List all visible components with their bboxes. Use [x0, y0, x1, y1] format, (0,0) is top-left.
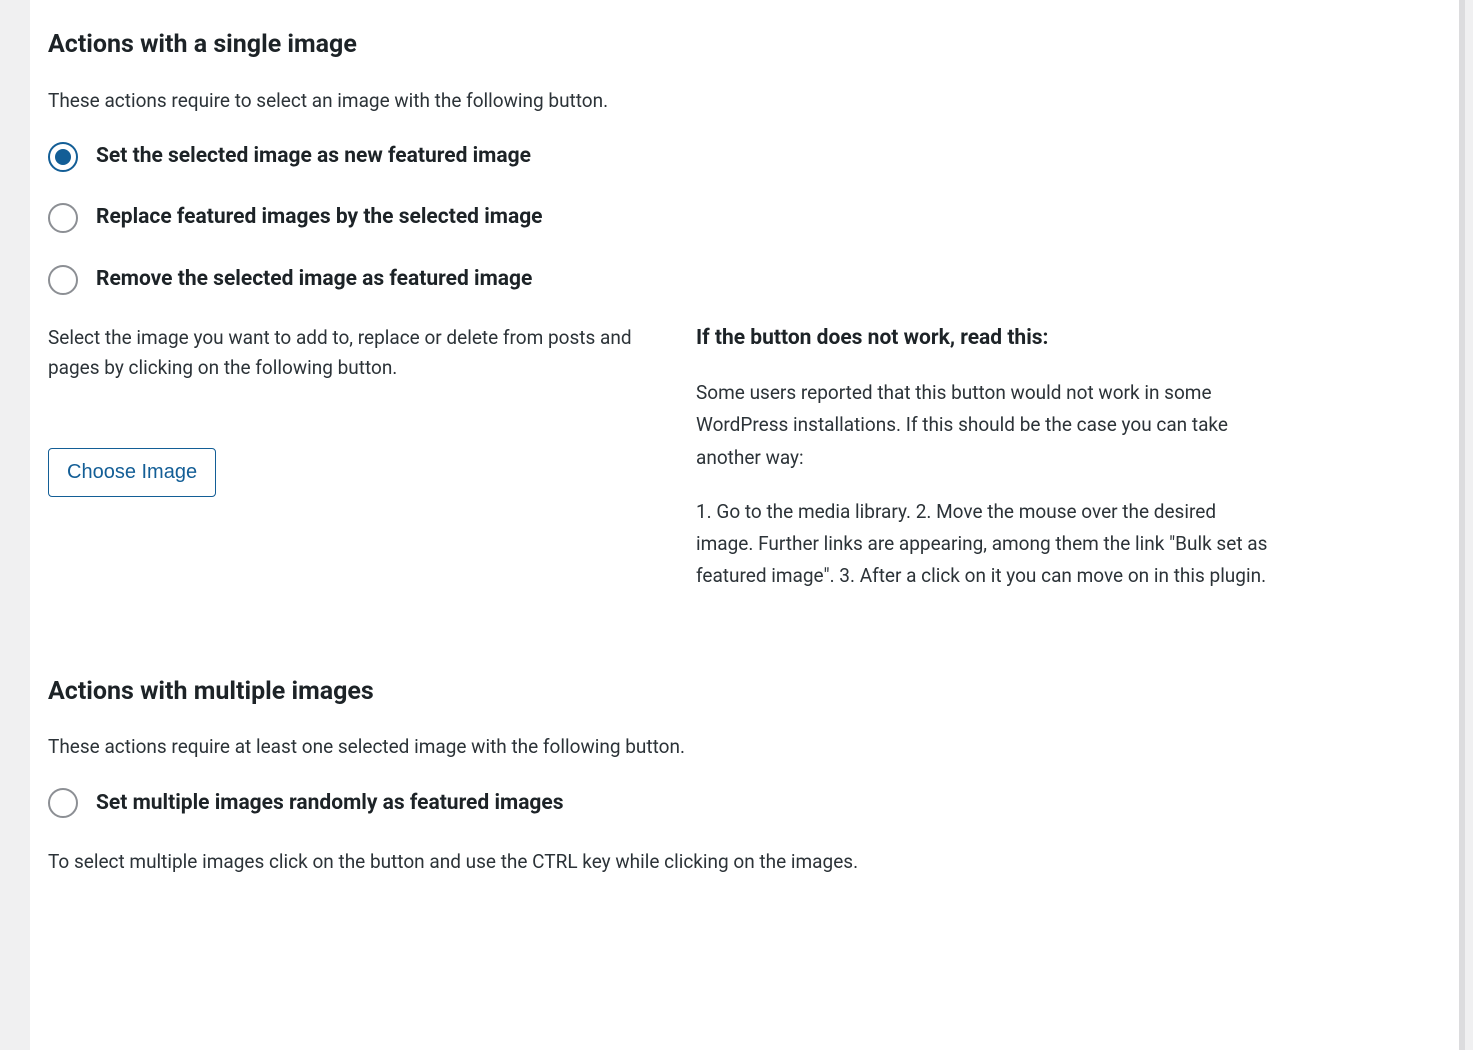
radio-remove-featured[interactable]: Remove the selected image as featured im… [48, 264, 1441, 296]
single-image-heading: Actions with a single image [48, 26, 1441, 64]
radio-set-featured[interactable]: Set the selected image as new featured i… [48, 141, 1441, 173]
multiple-images-heading: Actions with multiple images [48, 673, 1441, 711]
radio-set-random-featured[interactable]: Set multiple images randomly as featured… [48, 788, 1441, 820]
choose-image-column: Select the image you want to add to, rep… [48, 323, 648, 497]
radio-icon [48, 142, 78, 172]
radio-icon [48, 203, 78, 233]
single-image-intro: These actions require to select an image… [48, 86, 1441, 115]
multiple-action-radio-group: Set multiple images randomly as featured… [48, 788, 1441, 820]
choose-image-button[interactable]: Choose Image [48, 448, 216, 497]
help-paragraph-1: Some users reported that this button wou… [696, 377, 1276, 474]
multiple-images-intro: These actions require at least one selec… [48, 732, 1441, 761]
radio-icon [48, 265, 78, 295]
help-paragraph-2: 1. Go to the media library. 2. Move the … [696, 496, 1276, 593]
radio-label: Replace featured images by the selected … [96, 202, 543, 234]
radio-label: Set multiple images randomly as featured… [96, 788, 564, 820]
single-image-columns: Select the image you want to add to, rep… [48, 323, 1441, 614]
settings-panel: Actions with a single image These action… [30, 0, 1465, 1050]
help-heading: If the button does not work, read this: [696, 323, 1276, 355]
radio-label: Remove the selected image as featured im… [96, 264, 532, 296]
multiple-select-hint: To select multiple images click on the b… [48, 847, 1441, 876]
help-column: If the button does not work, read this: … [696, 323, 1276, 614]
radio-label: Set the selected image as new featured i… [96, 141, 531, 173]
radio-replace-featured[interactable]: Replace featured images by the selected … [48, 202, 1441, 234]
select-image-hint: Select the image you want to add to, rep… [48, 323, 648, 382]
radio-icon [48, 788, 78, 818]
single-action-radio-group: Set the selected image as new featured i… [48, 141, 1441, 296]
